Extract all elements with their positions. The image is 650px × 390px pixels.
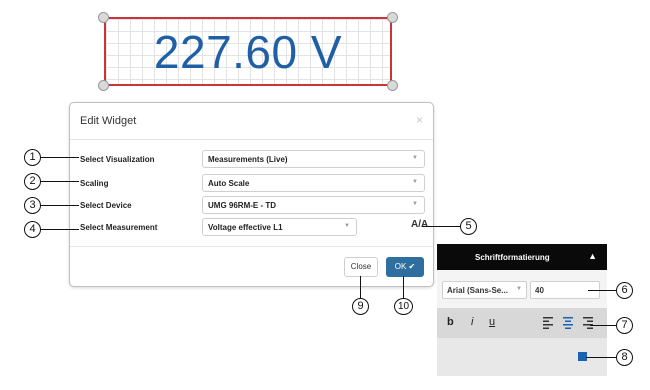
callout-line-8 xyxy=(586,357,616,358)
scaling-select[interactable]: Auto Scale ▼ xyxy=(202,174,425,192)
dialog-close-icon[interactable]: × xyxy=(416,113,423,127)
callout-line-5 xyxy=(422,226,460,227)
italic-button[interactable]: i xyxy=(471,316,473,328)
resize-handle-bottom-left[interactable] xyxy=(98,80,109,91)
dialog-header-divider xyxy=(70,139,433,140)
visualization-label: Select Visualization xyxy=(80,155,155,164)
collapse-icon[interactable]: ▲ xyxy=(588,251,597,261)
dialog-title: Edit Widget xyxy=(80,115,137,127)
align-center-icon[interactable] xyxy=(563,317,574,329)
format-panel-title: Schriftformatierung xyxy=(475,253,550,262)
scaling-value: Auto Scale xyxy=(208,179,250,188)
close-button[interactable]: Close xyxy=(344,257,378,277)
dialog-footer-divider xyxy=(70,246,433,247)
callout-line-10 xyxy=(403,276,404,298)
chevron-down-icon: ▼ xyxy=(412,179,418,185)
format-panel: Schriftformatierung ▲ Arial (Sans-Se... … xyxy=(437,244,607,376)
callout-8: 8 xyxy=(616,349,633,366)
scaling-label: Scaling xyxy=(80,179,109,188)
device-label: Select Device xyxy=(80,201,132,210)
measurement-label: Select Measurement xyxy=(80,223,158,232)
bold-button[interactable]: b xyxy=(447,316,454,328)
underline-button[interactable]: u xyxy=(489,316,495,328)
callout-6: 6 xyxy=(616,282,633,299)
measurement-select[interactable]: Voltage effective L1 ▼ xyxy=(202,218,357,236)
text-format-icon[interactable]: A/A xyxy=(411,219,428,230)
callout-3: 3 xyxy=(24,197,41,214)
font-size-value: 40 xyxy=(535,286,544,295)
chevron-down-icon: ▼ xyxy=(412,155,418,161)
callout-line-9 xyxy=(360,276,361,298)
resize-handle-top-right[interactable] xyxy=(387,12,398,23)
callout-1: 1 xyxy=(24,149,41,166)
text-format-glyph: A/A xyxy=(411,219,429,230)
resize-handle-bottom-right[interactable] xyxy=(387,80,398,91)
chevron-down-icon: ▼ xyxy=(412,201,418,207)
edit-widget-dialog: Edit Widget × Select Visualization Measu… xyxy=(69,102,434,287)
callout-line-3 xyxy=(41,205,79,206)
font-family-value: Arial (Sans-Se... xyxy=(447,286,508,295)
style-toolbar: b i u xyxy=(437,308,607,338)
device-value: UMG 96RM-E - TD xyxy=(208,201,276,210)
callout-5: 5 xyxy=(460,218,477,235)
callout-line-2 xyxy=(41,181,79,182)
callout-9: 9 xyxy=(352,298,369,315)
measurement-value: Voltage effective L1 xyxy=(208,223,283,232)
visualization-select[interactable]: Measurements (Live) ▼ xyxy=(202,150,425,168)
widget-preview[interactable]: 227.60 V xyxy=(104,17,392,86)
ok-button[interactable]: OK ✔ xyxy=(386,257,424,277)
chevron-down-icon: ▼ xyxy=(516,286,522,292)
callout-4: 4 xyxy=(24,221,41,238)
chevron-down-icon: ▼ xyxy=(344,223,350,229)
callout-2: 2 xyxy=(24,173,41,190)
callout-line-6 xyxy=(588,290,616,291)
widget-value: 227.60 V xyxy=(153,26,343,78)
callout-line-4 xyxy=(41,229,79,230)
callout-7: 7 xyxy=(616,317,633,334)
callout-10: 10 xyxy=(394,298,413,315)
align-left-icon[interactable] xyxy=(543,317,554,329)
callout-line-1 xyxy=(41,157,79,158)
format-panel-header[interactable]: Schriftformatierung ▲ xyxy=(437,244,607,270)
font-family-select[interactable]: Arial (Sans-Se... ▼ xyxy=(442,281,527,299)
resize-handle-top-left[interactable] xyxy=(98,12,109,23)
callout-line-7 xyxy=(590,325,616,326)
font-row: Arial (Sans-Se... ▼ 40 xyxy=(437,270,607,308)
device-select[interactable]: UMG 96RM-E - TD ▼ xyxy=(202,196,425,214)
align-right-icon[interactable] xyxy=(583,317,594,329)
visualization-value: Measurements (Live) xyxy=(208,155,288,164)
